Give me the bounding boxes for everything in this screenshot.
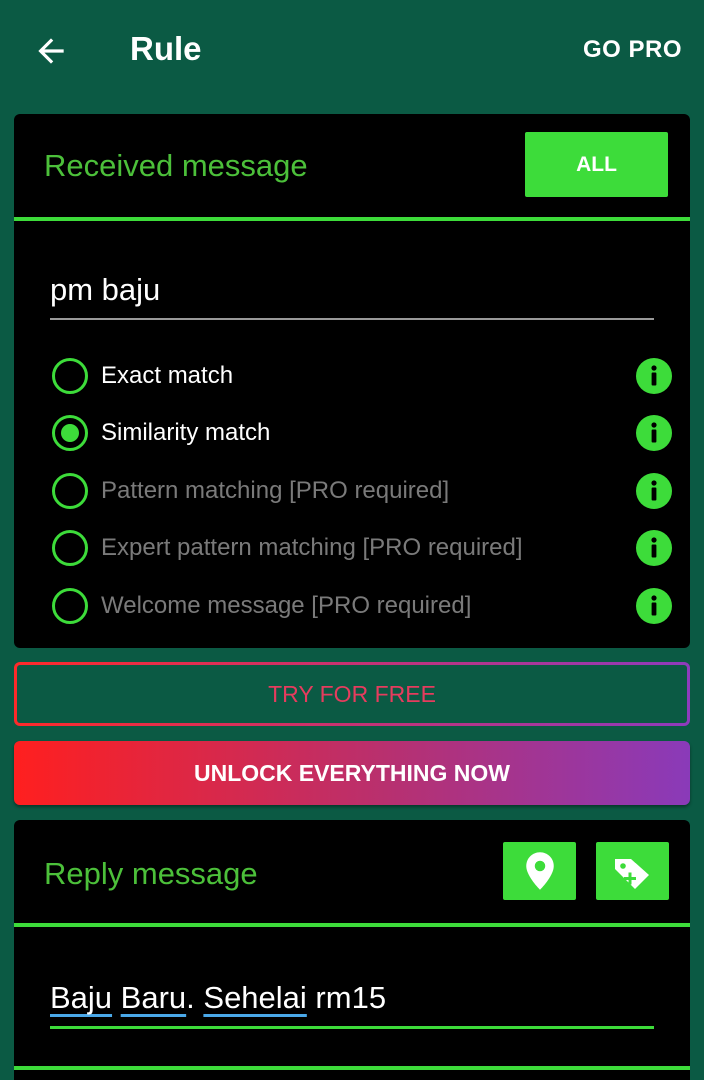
option-pattern-matching[interactable]: Pattern matching [PRO required] xyxy=(52,469,672,513)
radio-button[interactable] xyxy=(52,530,88,566)
option-label: Pattern matching [PRO required] xyxy=(101,477,450,504)
add-tag-button[interactable] xyxy=(596,842,669,900)
all-button[interactable]: ALL xyxy=(525,132,668,197)
reply-message-input[interactable]: Baju Baru. Sehelai rm15 xyxy=(50,980,654,1029)
info-icon[interactable] xyxy=(636,473,672,509)
received-message-card: Received message ALL pm baju Exact match… xyxy=(14,114,690,648)
option-exact-match[interactable]: Exact match xyxy=(52,354,672,398)
received-message-input[interactable]: pm baju xyxy=(50,272,654,320)
option-label: Welcome message [PRO required] xyxy=(101,592,472,619)
radio-button[interactable] xyxy=(52,358,88,394)
received-message-header: Received message ALL xyxy=(14,114,690,217)
radio-selected-dot xyxy=(61,424,79,442)
info-icon[interactable] xyxy=(636,588,672,624)
reply-word: rm15 xyxy=(306,980,387,1015)
add-tag-icon xyxy=(614,859,649,889)
header-divider xyxy=(14,923,690,927)
radio-button[interactable] xyxy=(52,588,88,624)
option-similarity-match[interactable]: Similarity match xyxy=(52,411,672,455)
location-pin-icon xyxy=(525,852,554,890)
back-arrow-icon[interactable] xyxy=(32,32,70,70)
radio-button-selected[interactable] xyxy=(52,415,88,451)
header-divider xyxy=(14,217,690,221)
radio-button[interactable] xyxy=(52,473,88,509)
reply-message-card: Reply message Baju Baru. Sehelai rm15 xyxy=(14,820,690,1080)
reply-word xyxy=(112,980,121,1015)
option-label: Expert pattern matching [PRO required] xyxy=(101,534,523,561)
option-welcome-message[interactable]: Welcome message [PRO required] xyxy=(52,584,672,628)
page-title: Rule xyxy=(130,30,202,67)
go-pro-button[interactable]: GO PRO xyxy=(583,36,682,64)
reply-word: Baru xyxy=(120,980,187,1015)
received-message-title: Received message xyxy=(44,148,308,183)
info-icon[interactable] xyxy=(636,530,672,566)
option-label: Exact match xyxy=(101,362,234,389)
reply-word: Baju xyxy=(50,980,113,1015)
reply-word: . xyxy=(186,980,204,1015)
reply-message-header: Reply message xyxy=(14,820,690,923)
info-icon[interactable] xyxy=(636,415,672,451)
option-expert-pattern-matching[interactable]: Expert pattern matching [PRO required] xyxy=(52,526,672,570)
app-bar: Rule GO PRO xyxy=(0,0,704,100)
location-button[interactable] xyxy=(503,842,576,900)
bottom-divider xyxy=(14,1066,690,1070)
reply-message-title: Reply message xyxy=(44,856,258,891)
option-label: Similarity match xyxy=(101,419,271,446)
reply-word: Sehelai xyxy=(203,980,307,1015)
info-icon[interactable] xyxy=(636,358,672,394)
try-for-free-button[interactable]: TRY FOR FREE xyxy=(14,662,690,726)
unlock-everything-button[interactable]: UNLOCK EVERYTHING NOW xyxy=(14,741,690,805)
